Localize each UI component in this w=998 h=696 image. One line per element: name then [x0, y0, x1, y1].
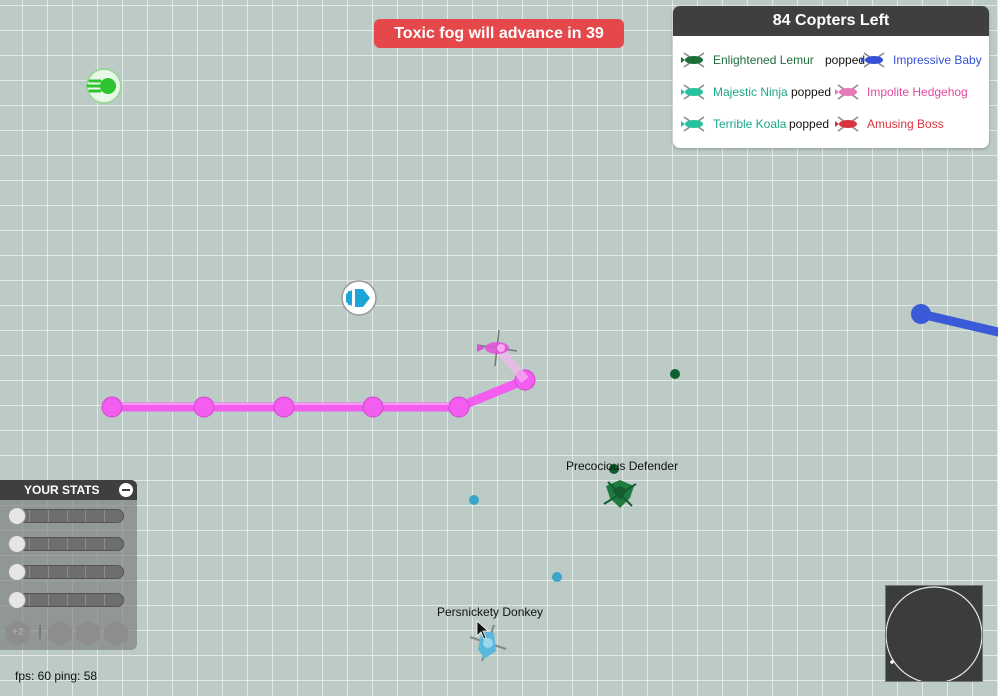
copter-icon — [681, 116, 705, 132]
spread-icon — [8, 563, 26, 581]
minimize-stats-button[interactable] — [119, 483, 133, 497]
toxic-fog-banner: Toxic fog will advance in 39 — [374, 19, 624, 48]
victim-name: Amusing Boss — [867, 117, 944, 131]
enemy-name-tag: Precocious Defender — [566, 459, 679, 473]
popped-label: popped — [789, 117, 830, 131]
speed-powerup-icon — [86, 68, 122, 104]
killer-name: Enlightened Lemur — [713, 53, 814, 67]
killer-name: Terrible Koala — [713, 117, 787, 131]
stat-bar — [18, 565, 124, 579]
reload-icon — [8, 591, 26, 609]
player-bullet — [469, 495, 479, 505]
killer-name: Majestic Ninja — [713, 85, 788, 99]
copter-icon — [681, 84, 705, 100]
upgrade-points-badge: +2 — [6, 620, 30, 646]
player-copter — [469, 624, 507, 662]
copter-icon — [681, 52, 705, 68]
kill-feed-row: Enlightened Lemur popped Impressive Baby — [681, 50, 982, 70]
upgrade-bar: +2 — [6, 620, 131, 646]
stats-header: YOUR STATS — [0, 480, 137, 500]
copters-left-title: 84 Copters Left — [673, 6, 989, 36]
boost-powerup-icon — [341, 280, 377, 316]
fps-ping-readout: fps: 60 ping: 58 — [15, 669, 98, 683]
speed-icon — [8, 507, 26, 525]
victim-name: Impolite Hedgehog — [867, 85, 968, 99]
stat-bar — [18, 509, 124, 523]
enemy-copter — [603, 480, 637, 508]
weapon-upgrade-icon[interactable] — [48, 620, 72, 646]
kill-feed-row: Majestic Ninja popped Impolite Hedgehog — [681, 82, 981, 102]
popped-label: popped — [791, 85, 832, 99]
copter-icon — [835, 84, 859, 100]
minimap-canvas — [885, 586, 983, 684]
stat-row-spread[interactable] — [8, 563, 126, 581]
minimap — [885, 585, 983, 684]
popped-label: popped — [825, 53, 866, 67]
stat-row-speed[interactable] — [8, 507, 126, 525]
enemy-bullet — [670, 369, 680, 379]
player-location-dot — [890, 660, 894, 664]
player-name-tag: Persnickety Donkey — [437, 605, 544, 619]
bullet-speed-icon — [8, 535, 26, 553]
stat-bar — [18, 537, 124, 551]
player-bullet — [552, 572, 562, 582]
kill-feed-row: Terrible Koala popped Amusing Boss — [681, 114, 981, 134]
stat-row-bullet-speed[interactable] — [8, 535, 126, 553]
kill-feed-panel: 84 Copters Left Enlightened Lemur popped… — [673, 6, 989, 148]
divider — [39, 625, 41, 639]
rotor-upgrade-icon[interactable] — [76, 620, 100, 646]
stat-row-reload[interactable] — [8, 591, 126, 609]
your-stats-panel: YOUR STATS +2 — [0, 480, 137, 650]
stat-bar — [18, 593, 124, 607]
pink-copter-trail — [101, 347, 536, 418]
blue-copter-trail — [911, 304, 998, 337]
shield-upgrade-icon[interactable] — [104, 620, 128, 646]
victim-name: Impressive Baby — [893, 53, 982, 67]
copter-icon — [835, 116, 859, 132]
stats-title: YOUR STATS — [24, 483, 100, 497]
copter-icon — [861, 52, 885, 68]
